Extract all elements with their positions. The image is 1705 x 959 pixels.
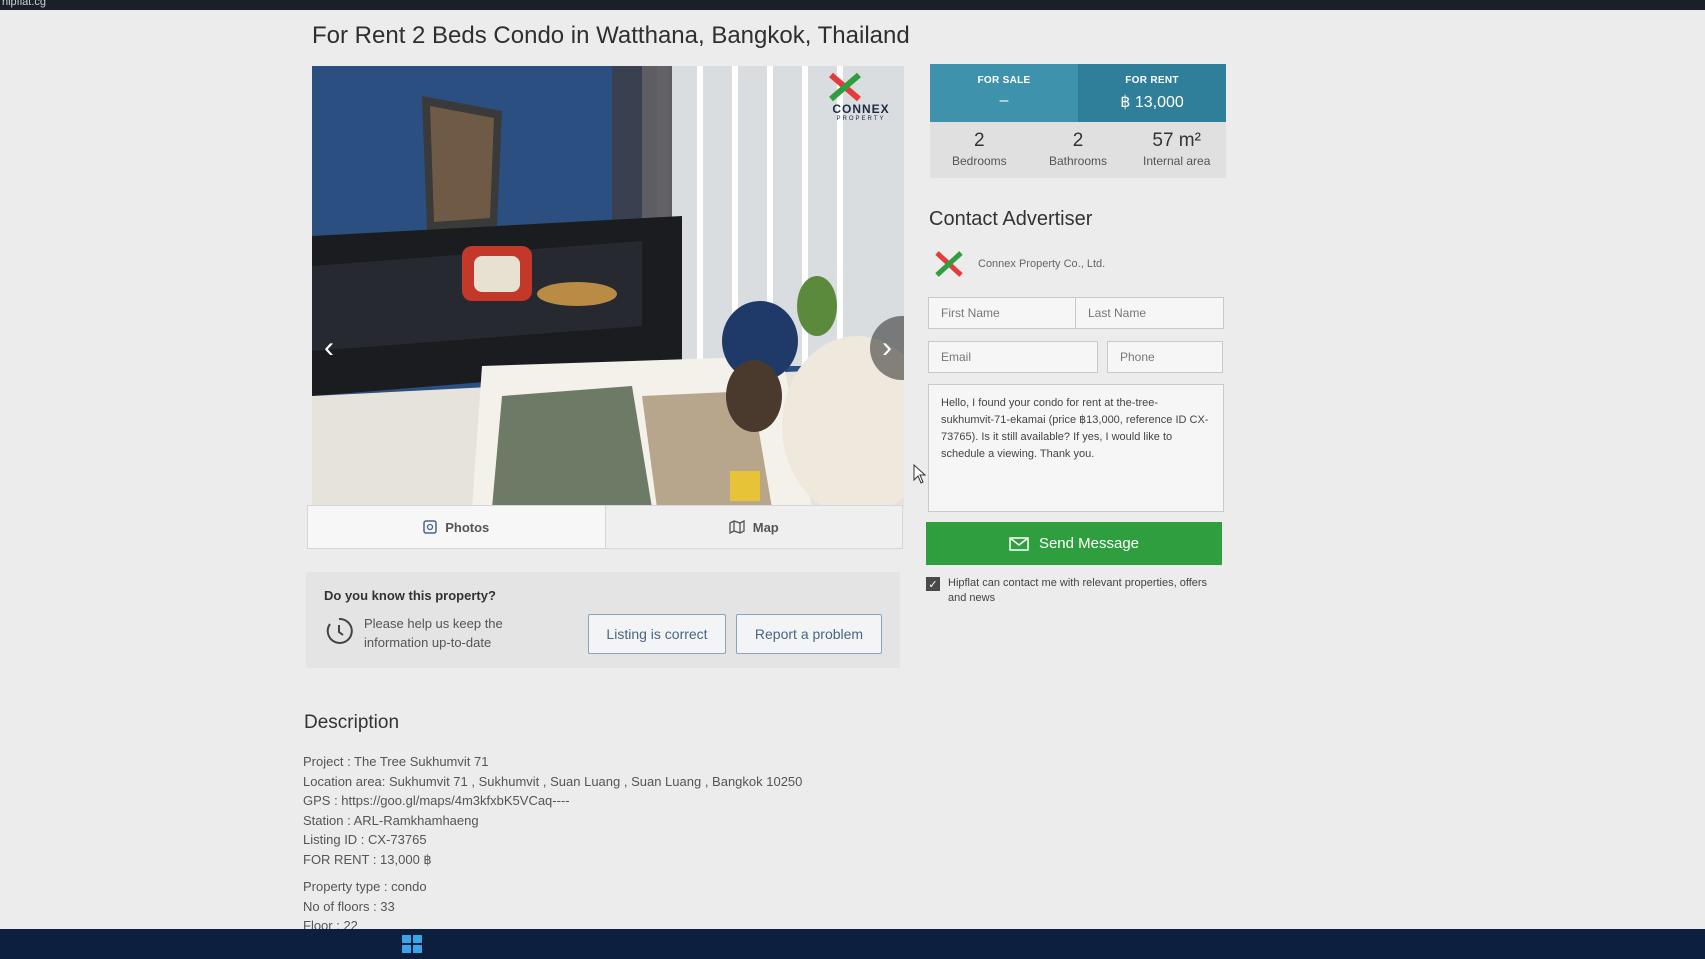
media-tabs: Photos Map bbox=[307, 505, 903, 549]
photo-icon bbox=[423, 520, 437, 534]
price-sale-label: FOR SALE bbox=[977, 75, 1031, 86]
message-textarea[interactable]: Hello, I found your condo for rent at th… bbox=[928, 384, 1224, 512]
stat-bedrooms-label: Bedrooms bbox=[951, 154, 1007, 168]
report-problem-button[interactable]: Report a problem bbox=[736, 614, 882, 654]
consent-text: Hipflat can contact me with relevant pro… bbox=[948, 577, 1208, 604]
envelope-icon bbox=[1009, 536, 1029, 551]
contact-title: Contact Advertiser bbox=[929, 208, 1093, 230]
advertiser-logo-icon bbox=[935, 251, 963, 277]
know-property-text: Please help us keep the information up-t… bbox=[364, 616, 503, 650]
desc-line-property-type: Property type : condo bbox=[303, 879, 427, 894]
tab-map[interactable]: Map bbox=[604, 506, 902, 548]
connex-logo: CONNEX PROPERTY bbox=[828, 72, 894, 132]
stat-bathrooms-value: 2 bbox=[1072, 130, 1084, 151]
logo-sub: PROPERTY bbox=[836, 116, 886, 122]
url-fragment: hipflat.cg bbox=[2, 0, 47, 8]
desc-line-gps[interactable]: GPS : https://goo.gl/maps/4m3kfxbK5VCaq-… bbox=[303, 791, 802, 811]
email-field[interactable]: Email bbox=[928, 341, 1098, 373]
property-stats: 2 Bedrooms 2 Bathrooms 57 m² Internal ar… bbox=[930, 122, 1226, 178]
page-title: For Rent 2 Beds Condo in Watthana, Bangk… bbox=[312, 22, 910, 49]
send-message-label: Send Message bbox=[1038, 535, 1140, 552]
price-for-rent: FOR RENT ฿ 13,000 bbox=[1078, 64, 1226, 122]
know-property-box: Do you know this property? Please help u… bbox=[306, 572, 900, 668]
stat-area: 57 m² Internal area bbox=[1127, 122, 1226, 178]
tab-photos[interactable]: Photos bbox=[308, 506, 605, 548]
os-taskbar bbox=[0, 929, 1705, 959]
desc-line-location: Location area: Sukhumvit 71 , Sukhumvit … bbox=[303, 773, 803, 789]
last-name-field[interactable]: Last Name bbox=[1075, 297, 1224, 329]
connex-x-icon bbox=[829, 72, 861, 102]
consent-checkbox[interactable]: ✓ bbox=[926, 577, 940, 591]
desc-line-project: Project : The Tree Sukhumvit 71 bbox=[303, 754, 489, 769]
phone-field[interactable]: Phone bbox=[1107, 341, 1223, 373]
windows-start-icon[interactable] bbox=[402, 935, 422, 953]
map-icon bbox=[729, 520, 745, 534]
price-sale-value: – bbox=[999, 92, 1009, 109]
know-property-title: Do you know this property? bbox=[324, 588, 496, 603]
browser-top-bar: hipflat.cg bbox=[0, 0, 1705, 10]
stat-bedrooms: 2 Bedrooms bbox=[930, 122, 1029, 178]
stat-area-value: 57 m² bbox=[1152, 130, 1201, 151]
mouse-cursor-icon bbox=[913, 464, 927, 484]
advertiser-name: Connex Property Co., Ltd. bbox=[978, 258, 1106, 270]
first-name-field[interactable]: First Name bbox=[928, 297, 1076, 329]
stat-bathrooms-label: Bathrooms bbox=[1048, 154, 1108, 168]
desc-line-for-rent: FOR RENT : 13,000 ฿ bbox=[303, 851, 432, 867]
send-message-button[interactable]: Send Message bbox=[926, 522, 1222, 565]
photo-gallery[interactable]: CONNEX PROPERTY ‹ › bbox=[312, 66, 904, 508]
listing-correct-button[interactable]: Listing is correct bbox=[588, 614, 726, 654]
price-rent-label: FOR RENT bbox=[1125, 75, 1179, 86]
description-body: Project : The Tree Sukhumvit 71 Location… bbox=[303, 752, 802, 936]
gallery-photo bbox=[312, 66, 904, 508]
desc-line-station: Station : ARL-Ramkhamhaeng bbox=[303, 812, 479, 828]
consent-row: ✓ Hipflat can contact me with relevant p… bbox=[926, 576, 1216, 606]
stat-area-label: Internal area bbox=[1142, 154, 1211, 168]
price-rent-value: ฿ 13,000 bbox=[1120, 94, 1184, 111]
stat-bedrooms-value: 2 bbox=[974, 130, 985, 151]
tab-map-label: Map bbox=[752, 519, 779, 535]
price-header: FOR SALE – FOR RENT ฿ 13,000 bbox=[930, 64, 1226, 122]
chevron-left-icon[interactable]: ‹ bbox=[312, 316, 346, 380]
tab-photos-label: Photos bbox=[445, 519, 490, 535]
logo-name: CONNEX bbox=[832, 102, 890, 116]
description-title: Description bbox=[304, 712, 400, 733]
desc-line-listing-id: Listing ID : CX-73765 bbox=[303, 832, 427, 847]
stat-bathrooms: 2 Bathrooms bbox=[1029, 122, 1128, 178]
history-icon bbox=[326, 617, 353, 644]
advertiser: Connex Property Co., Ltd. bbox=[934, 250, 1105, 278]
desc-line-floors: No of floors : 33 bbox=[303, 898, 395, 914]
price-for-sale: FOR SALE – bbox=[930, 64, 1078, 122]
